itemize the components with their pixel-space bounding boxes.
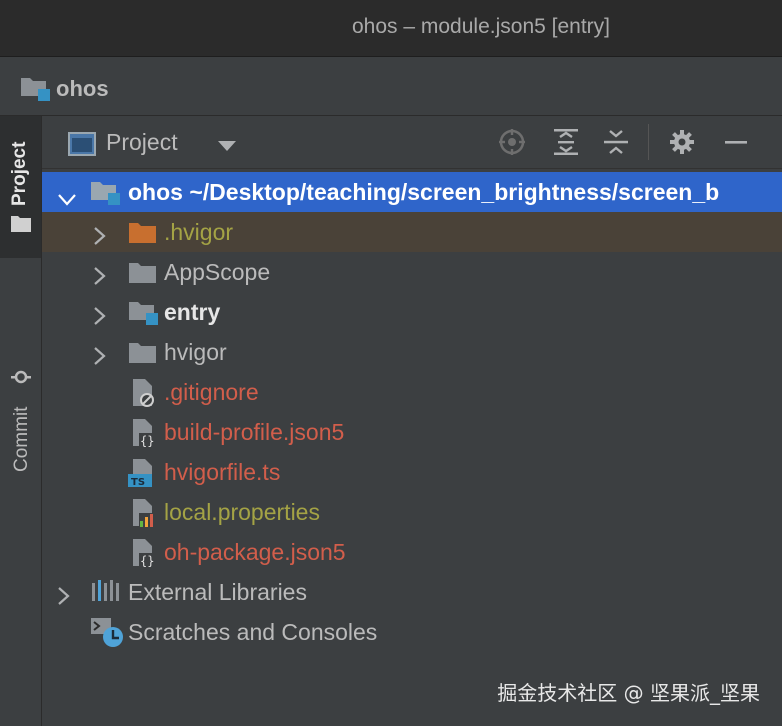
- external-libraries-label: External Libraries: [128, 579, 307, 605]
- item-label: AppScope: [164, 259, 271, 285]
- chevron-right-icon[interactable]: [94, 224, 106, 251]
- gear-icon[interactable]: [668, 128, 696, 156]
- tree-item-build-profile[interactable]: {} build-profile.json5: [42, 412, 782, 452]
- tree-item-gitignore[interactable]: .gitignore: [42, 372, 782, 412]
- scratches-label: Scratches and Consoles: [128, 619, 378, 645]
- libraries-icon: [90, 579, 122, 611]
- window-title: ohos – module.json5 [entry]: [352, 15, 610, 38]
- tree-item-entry[interactable]: entry: [42, 292, 782, 332]
- tree-item-scratches[interactable]: Scratches and Consoles: [42, 612, 782, 652]
- excluded-folder-icon: [128, 221, 158, 251]
- json-file-icon: {}: [130, 418, 156, 452]
- tab-project[interactable]: Project: [0, 116, 41, 258]
- properties-file-icon: [130, 498, 156, 532]
- tab-project-label: Project: [9, 141, 30, 206]
- item-label: hvigorfile.ts: [164, 459, 281, 485]
- ignore-file-icon: [130, 378, 156, 412]
- expand-all-icon[interactable]: [552, 128, 580, 156]
- item-label: .hvigor: [164, 219, 234, 245]
- item-label: oh-package.json5: [164, 539, 346, 565]
- svg-text:TS: TS: [131, 477, 145, 488]
- root-path: ~/Desktop/teaching/screen_brightness/scr…: [189, 179, 720, 205]
- root-name: ohos: [128, 179, 183, 205]
- svg-text:{}: {}: [140, 434, 154, 448]
- left-tool-stripe: Project Commit: [0, 116, 42, 726]
- folder-icon: [128, 341, 158, 371]
- tree-root-ohos[interactable]: ohos ~/Desktop/teaching/screen_brightnes…: [42, 172, 782, 212]
- chevron-right-icon[interactable]: [94, 344, 106, 371]
- title-bar: ohos – module.json5 [entry]: [0, 0, 782, 57]
- tree-item-appscope[interactable]: AppScope: [42, 252, 782, 292]
- project-view-icon: [68, 132, 96, 161]
- item-label: build-profile.json5: [164, 419, 345, 445]
- project-view-selector[interactable]: Project: [106, 129, 178, 156]
- module-folder-icon: [90, 178, 122, 212]
- item-label: hvigor: [164, 339, 227, 365]
- breadcrumb-project[interactable]: ohos: [56, 76, 109, 102]
- navigation-bar: ohos: [0, 57, 782, 116]
- tree-item-hvigor[interactable]: hvigor: [42, 332, 782, 372]
- folder-icon: [11, 216, 31, 237]
- locate-file-icon[interactable]: [498, 128, 526, 156]
- item-label: local.properties: [164, 499, 320, 525]
- typescript-file-icon: TS: [128, 458, 158, 492]
- chevron-right-icon[interactable]: [94, 304, 106, 331]
- tree-item-oh-package[interactable]: {} oh-package.json5: [42, 532, 782, 572]
- project-tree[interactable]: ohos ~/Desktop/teaching/screen_brightnes…: [42, 170, 782, 726]
- tree-item-local-properties[interactable]: local.properties: [42, 492, 782, 532]
- svg-text:{}: {}: [140, 554, 154, 568]
- json-file-icon: {}: [130, 538, 156, 572]
- tree-item-hvigor-hidden[interactable]: .hvigor: [42, 212, 782, 252]
- minimize-icon[interactable]: [722, 128, 750, 156]
- tree-item-hvigorfile[interactable]: TS hvigorfile.ts: [42, 452, 782, 492]
- item-label: entry: [164, 299, 221, 325]
- tab-commit-label: Commit: [11, 406, 32, 472]
- chevron-right-icon[interactable]: [94, 264, 106, 291]
- item-label: .gitignore: [164, 379, 259, 405]
- scratches-icon: [90, 616, 124, 652]
- project-folder-icon: [20, 74, 52, 107]
- module-folder-icon: [128, 298, 160, 332]
- commit-icon: [9, 366, 33, 393]
- chevron-down-icon[interactable]: [58, 185, 76, 212]
- folder-icon: [128, 261, 158, 291]
- watermark: 掘金技术社区 @ 坚果派_坚果: [497, 681, 760, 705]
- chevron-right-icon[interactable]: [58, 584, 70, 611]
- collapse-all-icon[interactable]: [602, 128, 630, 156]
- chevron-down-icon[interactable]: [218, 138, 236, 156]
- toolbar-divider: [648, 124, 649, 160]
- project-panel-header: Project: [42, 116, 782, 169]
- tree-item-external-libraries[interactable]: External Libraries: [42, 572, 782, 612]
